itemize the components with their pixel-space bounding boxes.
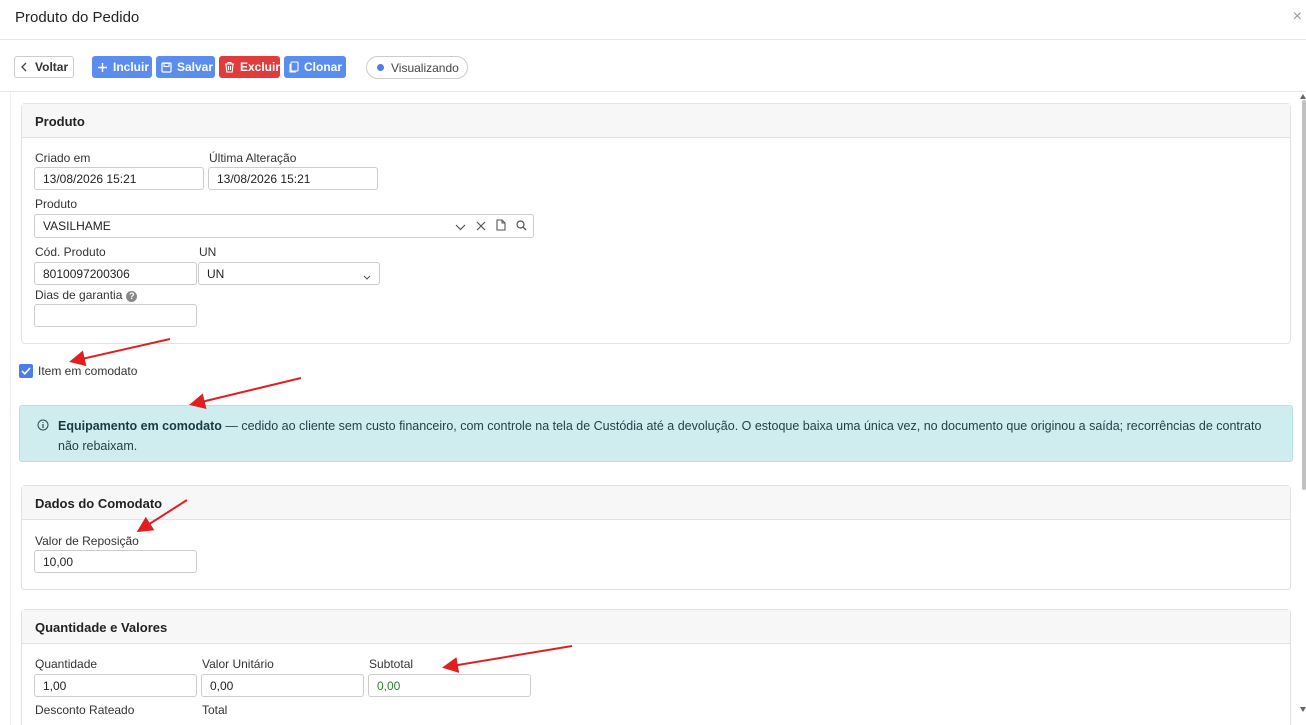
document-icon[interactable] — [496, 219, 506, 234]
updated-field[interactable]: 13/08/2026 15:21 — [208, 167, 378, 190]
produto-section-title: Produto — [22, 104, 1290, 138]
clear-icon[interactable] — [476, 220, 486, 234]
code-field[interactable]: 8010097200306 — [34, 262, 197, 285]
delete-button[interactable]: Excluir — [219, 56, 280, 78]
warranty-field[interactable] — [34, 304, 197, 327]
code-label: Cód. Produto — [35, 245, 106, 259]
search-icon[interactable] — [516, 219, 527, 234]
status-dot-icon — [377, 64, 384, 71]
back-button[interactable]: Voltar — [14, 56, 74, 78]
product-select-actions — [455, 219, 527, 234]
content-left-border — [10, 92, 11, 725]
scroll-up-arrow-icon[interactable] — [1300, 94, 1306, 99]
status-badge: Visualizando — [366, 56, 468, 79]
product-label: Produto — [35, 197, 78, 211]
info-icon — [37, 417, 49, 437]
quantity-field[interactable]: 1,00 — [34, 674, 197, 697]
modal-header: Produto do Pedido × — [0, 0, 1306, 40]
plus-icon — [97, 62, 108, 73]
total-label: Total — [202, 703, 228, 717]
include-button-label: Incluir — [113, 60, 150, 74]
product-select[interactable]: VASILHAME — [34, 214, 534, 238]
unit-select-value: UN — [207, 267, 225, 281]
save-button[interactable]: Salvar — [156, 56, 215, 78]
copy-icon — [289, 61, 299, 73]
scroll-down-arrow-icon[interactable] — [1300, 707, 1306, 712]
clone-button-label: Clonar — [304, 60, 343, 74]
trash-icon — [224, 61, 235, 73]
save-button-label: Salvar — [177, 60, 214, 74]
check-icon — [21, 367, 31, 375]
chevron-down-icon[interactable] — [455, 220, 466, 234]
subtotal-field[interactable]: 0,00 — [368, 674, 531, 697]
include-button[interactable]: Incluir — [92, 56, 152, 78]
chevron-left-icon — [20, 62, 27, 72]
comodato-section: Dados do Comodato — [21, 485, 1291, 590]
subtotal-label: Subtotal — [369, 657, 414, 671]
clone-button[interactable]: Clonar — [284, 56, 346, 78]
chevron-down-icon — [363, 270, 371, 284]
delete-button-label: Excluir — [240, 60, 281, 74]
close-icon[interactable]: × — [1293, 9, 1302, 25]
product-select-value: VASILHAME — [43, 219, 111, 233]
warranty-label: Dias de garantia? — [35, 288, 138, 302]
unit-select[interactable]: UN — [198, 262, 380, 285]
modal-title: Produto do Pedido — [15, 9, 140, 26]
comodato-info-alert: Equipamento em comodato — cedido ao clie… — [19, 405, 1293, 462]
help-icon[interactable]: ? — [126, 291, 138, 302]
discount-label: Desconto Rateado — [35, 703, 135, 717]
comodato-checkbox-label: Item em comodato — [38, 364, 138, 378]
created-field[interactable]: 13/08/2026 15:21 — [34, 167, 204, 190]
comodato-checkbox-row[interactable]: Item em comodato — [19, 364, 137, 378]
unit-label: UN — [199, 245, 217, 259]
updated-label: Última Alteração — [209, 151, 297, 165]
values-section-title: Quantidade e Valores — [22, 610, 1290, 644]
info-alert-text: — cedido ao cliente sem custo financeiro… — [58, 419, 1262, 453]
quantity-label: Quantidade — [35, 657, 98, 671]
unit-price-label: Valor Unitário — [202, 657, 274, 671]
floppy-disk-icon — [161, 61, 172, 73]
toolbar: Voltar Incluir Salvar Excluir Clonar Vis… — [0, 40, 1306, 92]
unit-price-field[interactable]: 0,00 — [201, 674, 364, 697]
annotation-arrow-info — [189, 377, 302, 409]
comodato-checkbox[interactable] — [19, 364, 33, 378]
replacement-value-label: Valor de Reposição — [35, 534, 139, 548]
replacement-value-field[interactable]: 10,00 — [34, 550, 197, 573]
scrollbar-thumb[interactable] — [1302, 100, 1306, 490]
comodato-section-title: Dados do Comodato — [22, 486, 1290, 520]
created-label: Criado em — [35, 151, 91, 165]
info-alert-title: Equipamento em comodato — [58, 419, 222, 433]
status-label: Visualizando — [391, 60, 459, 75]
back-button-label: Voltar — [35, 60, 69, 74]
warranty-label-text: Dias de garantia — [35, 288, 123, 302]
